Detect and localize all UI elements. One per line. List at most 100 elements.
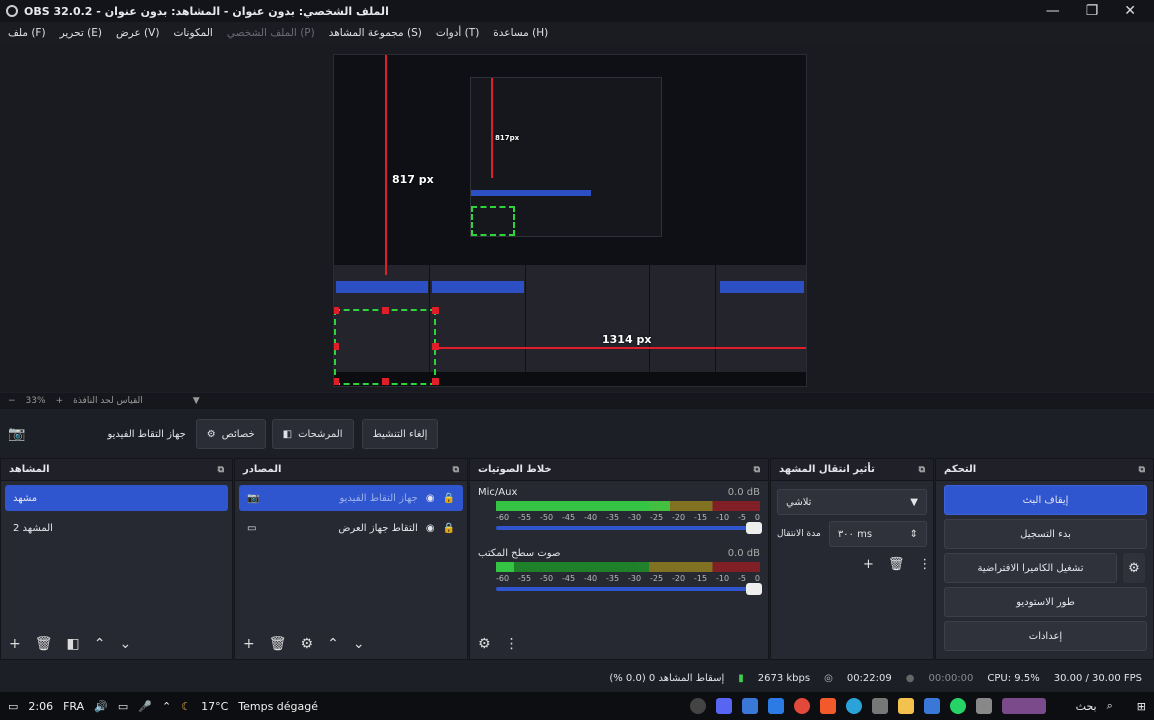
menu-file[interactable]: ملف (F) [8,27,46,39]
widgets-icon[interactable] [1001,698,1046,714]
app-icon[interactable] [715,698,732,714]
obs-app-icon[interactable] [689,698,706,714]
lock-icon[interactable]: 🔒 [443,523,455,534]
slider-knob[interactable] [746,583,762,595]
volume-icon[interactable]: 🔊 [94,700,108,713]
resize-handle-t[interactable] [382,307,389,314]
deactivate-button[interactable]: إلغاء التنشيط [361,419,439,449]
scene-item[interactable]: مشهد [5,485,228,511]
move-up-icon[interactable]: ⌃ [327,636,339,652]
app-icon[interactable] [767,698,784,714]
remove-transition-icon[interactable]: 🗑 [888,557,905,572]
menu-tools[interactable]: أدوات (T) [436,27,479,39]
source-bounding-box[interactable] [334,309,436,385]
zoom-out-button[interactable]: − [8,396,16,406]
properties-button[interactable]: ⚙ خصائص [195,419,266,449]
start-virtual-camera-button[interactable]: تشغيل الكاميرا الافتراضية [944,553,1117,583]
search-field[interactable]: بحث [1076,700,1097,713]
add-scene-icon[interactable]: + [9,636,21,652]
undock-icon[interactable]: ⧉ [453,465,459,475]
menu-help[interactable]: مساعدة (H) [493,27,548,39]
move-up-icon[interactable]: ⌃ [94,636,106,652]
settings-button[interactable]: إعدادات [944,621,1147,651]
clock[interactable]: 2:06 [28,700,53,713]
app-icon[interactable] [741,698,758,714]
remove-scene-icon[interactable]: 🗑 [35,636,53,652]
source-item[interactable]: ▭ التقاط جهاز العرض ◉ 🔒 [239,515,463,541]
stepper-icon[interactable]: ⇕ [910,529,918,540]
visibility-icon[interactable]: ◉ [426,493,435,504]
advanced-audio-icon[interactable]: ⚙ [478,636,491,652]
menu-docks[interactable]: المكونات [173,27,212,39]
zoom-fit-label[interactable]: القياس لحد النافذة [73,396,143,406]
resize-handle-l[interactable] [334,343,339,350]
notification-icon[interactable]: ▭ [8,700,18,713]
mixer-menu-icon[interactable]: ⋮ [505,636,519,652]
undock-icon[interactable]: ⧉ [754,465,760,475]
source-toolbar: 📷 جهاز التقاط الفيديو ⚙ خصائص ◧ المرشحات… [0,412,1154,456]
duration-input[interactable]: ٣٠٠ ms ⇕ [828,521,927,547]
language-indicator[interactable]: FRA [63,700,84,713]
resize-handle-r[interactable] [432,343,439,350]
transition-menu-icon[interactable]: ⋮ [918,557,931,572]
source-properties-icon[interactable]: ⚙ [301,636,314,652]
resize-handle-bl[interactable] [334,378,339,385]
whatsapp-icon[interactable] [949,698,966,714]
remove-source-icon[interactable]: 🗑 [269,636,287,652]
file-explorer-icon[interactable] [897,698,914,714]
chevron-up-icon[interactable]: ⌃ [162,700,171,713]
menu-edit[interactable]: تحرير (E) [60,27,102,39]
undock-icon[interactable]: ⧉ [919,465,925,475]
slider-knob[interactable] [746,522,762,534]
menu-scene-collection[interactable]: مجموعة المشاهد (S) [329,27,422,39]
resize-handle-tl[interactable] [334,307,339,314]
undock-icon[interactable]: ⧉ [1139,465,1145,475]
app-icon[interactable] [923,698,940,714]
lock-icon[interactable]: 🔒 [443,493,455,504]
menu-profile[interactable]: الملف الشخصي (P) [227,27,315,39]
brave-icon[interactable] [819,698,836,714]
minimize-button[interactable]: — [1046,3,1060,19]
virtual-camera-settings-icon[interactable]: ⚙ [1123,553,1145,583]
window-title: OBS 32.0.2 - الملف الشخصي: بدون عنوان - … [24,4,389,18]
zoom-in-button[interactable]: + [56,396,64,406]
preview-canvas[interactable]: 817px 817 px 1314 px [333,54,807,387]
chrome-icon[interactable] [793,698,810,714]
menu-view[interactable]: عرض (V) [116,27,159,39]
mixer-header: خلاط الصوتيات ⧉ [470,459,768,481]
search-icon[interactable]: ⌕ [1107,699,1113,713]
resize-handle-tr[interactable] [432,307,439,314]
edge-icon[interactable] [845,698,862,714]
maximize-button[interactable]: ❐ [1086,3,1099,19]
close-button[interactable]: ✕ [1124,3,1136,19]
resize-handle-b[interactable] [382,378,389,385]
volume-slider[interactable] [496,583,762,595]
undock-icon[interactable]: ⧉ [218,465,224,475]
start-icon[interactable]: ⊞ [1137,700,1146,713]
app-icon[interactable] [975,698,992,714]
app-icon[interactable] [871,698,888,714]
volume-slider[interactable] [496,522,762,534]
preview-area[interactable]: 817px 817 px 1314 px [0,44,1154,392]
visibility-icon[interactable]: ◉ [426,523,435,534]
filters-button[interactable]: ◧ المرشحات [271,419,354,449]
scenes-title: المشاهد [9,464,50,475]
nested-stream-button [720,281,804,293]
transition-select[interactable]: تلاشي ▼ [777,489,927,515]
mic-icon[interactable]: 🎤 [138,700,152,713]
resize-handle-br[interactable] [432,378,439,385]
zoom-dropdown-icon[interactable]: ▼ [193,396,200,406]
start-recording-button[interactable]: بدء التسجيل [944,519,1147,549]
stop-streaming-button[interactable]: إيقاف البث [944,485,1147,515]
add-source-icon[interactable]: + [243,636,255,652]
add-transition-icon[interactable]: + [863,557,874,572]
move-down-icon[interactable]: ⌄ [353,636,365,652]
studio-mode-button[interactable]: طور الاستوديو [944,587,1147,617]
scene-filters-icon[interactable]: ◧ [67,636,80,652]
source-item[interactable]: 📷 جهاز التقاط الفيديو ◉ 🔒 [239,485,463,511]
move-down-icon[interactable]: ⌄ [119,636,131,652]
properties-label: خصائص [221,428,255,440]
network-icon[interactable]: ▭ [118,700,128,713]
scene-item[interactable]: المشهد 2 [5,515,228,541]
nested-transition-panel [650,265,716,373]
